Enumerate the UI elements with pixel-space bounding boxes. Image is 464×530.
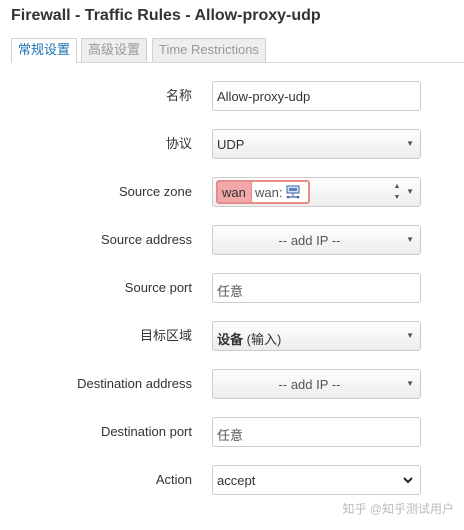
caret-down-icon: ▼ (406, 139, 414, 148)
dest-address-label: Destination address (77, 376, 192, 391)
name-label: 名称 (165, 88, 192, 103)
protocol-select[interactable]: UDP ▼ (212, 129, 421, 159)
dest-port-label: Destination port (100, 424, 192, 439)
caret-down-icon: ▼ (406, 331, 414, 340)
source-address-label: Source address (100, 232, 192, 247)
dest-zone-suffix: (输入) (246, 332, 282, 347)
caret-down-icon: ▼ (406, 235, 414, 244)
source-port-input[interactable]: 任意 (212, 273, 421, 303)
source-port-placeholder: 任意 (217, 284, 244, 299)
name-value: Allow-proxy-udp (217, 89, 311, 104)
name-input[interactable]: Allow-proxy-udp (212, 81, 421, 111)
action-select[interactable]: accept (212, 465, 421, 495)
source-zone-label: Source zone (119, 184, 192, 199)
protocol-label: 协议 (165, 136, 192, 151)
zone-network-label: wan: (255, 185, 283, 200)
tab-time-restrictions[interactable]: Time Restrictions (152, 38, 266, 62)
page-title: Firewall - Traffic Rules - Allow-proxy-u… (11, 7, 321, 24)
spin-arrows-icon[interactable]: ▲ ▼ (392, 181, 402, 203)
dest-zone-select[interactable]: 设备 (输入) ▼ (212, 321, 421, 351)
dest-address-value: -- add IP -- (278, 377, 341, 392)
dest-port-placeholder: 任意 (217, 428, 244, 443)
dest-zone-label: 目标区域 (139, 328, 192, 343)
caret-down-icon: ▼ (406, 187, 414, 196)
watermark: 知乎 @知乎测试用户 (342, 502, 454, 516)
action-label: Action (155, 472, 192, 487)
dest-zone-value: 设备 (217, 332, 244, 347)
tab-general-settings[interactable]: 常规设置 (11, 38, 78, 63)
tab-advanced-settings[interactable]: 高级设置 (81, 38, 148, 62)
caret-down-icon: ▼ (406, 379, 414, 388)
source-zone-select[interactable]: wan wan: ▲ ▼ ▼ (212, 177, 421, 207)
source-port-label: Source port (124, 280, 192, 295)
tab-bar: 常规设置 高级设置 Time Restrictions (11, 38, 464, 63)
zone-networks: wan: (251, 182, 308, 202)
protocol-value: UDP (217, 137, 245, 152)
network-icon (286, 185, 300, 199)
source-address-select[interactable]: -- add IP -- ▼ (212, 225, 421, 255)
action-value: accept (217, 473, 256, 488)
source-address-value: -- add IP -- (278, 233, 341, 248)
dest-address-select[interactable]: -- add IP -- ▼ (212, 369, 421, 399)
chevron-down-icon (403, 477, 413, 484)
dest-port-input[interactable]: 任意 (212, 417, 421, 447)
zone-name: wan (222, 185, 246, 200)
zone-tag-wan[interactable]: wan wan: (216, 180, 310, 204)
